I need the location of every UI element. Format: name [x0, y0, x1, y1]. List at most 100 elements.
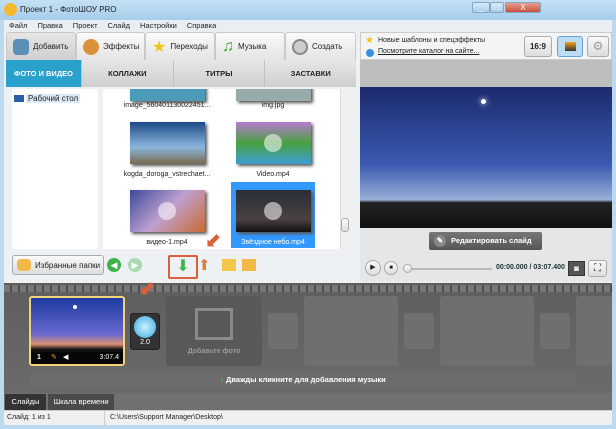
file-label: img.jpg — [261, 102, 285, 109]
menu-slide[interactable]: Слайд — [108, 21, 131, 30]
tab-music[interactable]: ♫ Музыка — [215, 32, 285, 60]
music-track-label: Дважды кликните для добавления музыки — [226, 375, 386, 384]
title-bar: Проект 1 - ФотоШОУ PRO _ □ X — [0, 0, 616, 20]
thumbnail[interactable] — [236, 89, 311, 101]
favorites-button[interactable]: Избранные папки — [12, 255, 104, 275]
favorites-label: Избранные папки — [35, 260, 101, 270]
tab-timeline[interactable]: Шкала времени — [48, 394, 114, 410]
speaker-icon[interactable]: ◀ — [63, 352, 68, 364]
scrollbar[interactable] — [340, 89, 349, 249]
palette-icon — [83, 38, 99, 55]
info-panel: ★ Новые шаблоны и спецэффекты Посмотрите… — [360, 32, 612, 60]
stop-button[interactable]: ■ — [384, 261, 398, 275]
add-all-folder-button[interactable] — [242, 259, 256, 271]
minimize-button[interactable]: _ — [472, 2, 490, 13]
tab-label: Эффекты — [103, 42, 140, 51]
menu-settings[interactable]: Настройки — [140, 21, 177, 30]
transition-icon — [134, 316, 156, 338]
tab-label: Добавить — [33, 42, 69, 51]
music-track[interactable]: ♪ Дважды кликните для добавления музыки — [30, 371, 576, 388]
star-glow — [481, 99, 486, 104]
empty-transition-slot — [268, 313, 298, 349]
menu-help[interactable]: Справка — [187, 21, 216, 30]
seek-slider[interactable] — [403, 264, 492, 273]
slide-number: 1 — [37, 354, 41, 361]
thumbnail[interactable] — [236, 190, 311, 232]
remove-button[interactable]: ⬆ — [198, 256, 211, 274]
scrollbar-thumb[interactable] — [341, 218, 349, 232]
tree-item-desktop[interactable]: Рабочий стол — [26, 94, 81, 103]
camera-icon — [13, 38, 29, 55]
status-bar: Слайд: 1 из 1 C:\Users\Support Manager\D… — [4, 410, 612, 426]
transition-duration: 2.0 — [140, 339, 150, 346]
folder-tree: Рабочий стол — [12, 89, 98, 249]
menu-bar: Файл Правка Проект Слайд Настройки Справка — [4, 20, 612, 32]
settings-button[interactable]: ⚙ — [587, 36, 609, 57]
globe-icon — [366, 49, 374, 57]
app-logo-icon — [4, 3, 17, 16]
tab-create[interactable]: Создать — [285, 32, 356, 60]
catalog-link[interactable]: Посмотрите каталог на сайте... — [378, 48, 479, 55]
forward-button[interactable]: ▶ — [128, 258, 142, 272]
menu-edit[interactable]: Правка — [37, 21, 62, 30]
pencil-icon[interactable]: ✎ — [51, 352, 57, 364]
empty-slide-slot — [576, 296, 612, 366]
picture-placeholder-icon — [195, 308, 233, 340]
folder-icon — [17, 259, 31, 271]
subtab-intros[interactable]: ЗАСТАВКИ — [264, 60, 356, 87]
thumbnail[interactable] — [236, 122, 311, 164]
empty-slide-slot — [304, 296, 398, 366]
add-folder-button[interactable] — [222, 259, 236, 271]
empty-transition-slot — [540, 313, 570, 349]
transition-slot[interactable]: 2.0 — [130, 313, 160, 350]
edit-slide-button[interactable]: ✎ Редактировать слайд — [429, 232, 542, 250]
add-to-project-button[interactable]: ⬇ — [168, 255, 198, 279]
tab-effects[interactable]: Эффекты — [76, 32, 145, 60]
star-icon: ★ — [152, 38, 167, 56]
empty-slide-slot — [440, 296, 534, 366]
add-photo-slot[interactable]: Добавьте фото — [166, 296, 262, 366]
slide-track: 1 ✎ ◀ 3:07.4 2.0 Добавьте фото ♪ Дважды … — [4, 276, 612, 393]
pencil-icon: ✎ — [434, 235, 446, 247]
tab-transitions[interactable]: ★ Переходы — [145, 32, 215, 60]
add-photo-label: Добавьте фото — [187, 348, 241, 355]
maximize-button[interactable]: □ — [490, 2, 504, 13]
empty-transition-slot — [404, 313, 434, 349]
tab-label: Переходы — [170, 42, 208, 51]
thumbnail[interactable] — [130, 122, 205, 164]
thumbnail[interactable] — [130, 190, 205, 232]
aspect-ratio-button[interactable]: 16:9 — [524, 36, 552, 57]
star-icon: ★ — [365, 35, 374, 46]
seek-handle[interactable] — [403, 264, 412, 273]
player-area: ✎ Редактировать слайд ▶ ■ 00:00.000 / 03:… — [360, 228, 612, 281]
edit-slide-label: Редактировать слайд — [451, 236, 532, 245]
menu-project[interactable]: Проект — [73, 21, 98, 30]
tab-slides[interactable]: Слайды — [5, 394, 46, 410]
tab-add[interactable]: Добавить — [6, 32, 76, 60]
file-label: kogda_doroga_vstrechaet... — [123, 171, 211, 178]
subtab-collages[interactable]: КОЛЛАЖИ — [81, 60, 173, 87]
window-title: Проект 1 - ФотоШОУ PRO — [20, 5, 117, 14]
thumbnail[interactable] — [130, 89, 205, 101]
play-icon — [264, 134, 282, 152]
back-button[interactable]: ◀ — [107, 258, 121, 272]
play-button[interactable]: ▶ — [365, 260, 381, 276]
image-view-button[interactable] — [557, 36, 583, 57]
snapshot-button[interactable]: ◙ — [568, 261, 585, 276]
divider — [104, 411, 105, 426]
tab-label: Музыка — [238, 42, 267, 51]
media-subtabs: ФОТО И ВИДЕО КОЛЛАЖИ ТИТРЫ ЗАСТАВКИ — [6, 60, 356, 87]
time-display: 00:00.000 / 03:07.400 — [496, 264, 565, 271]
slide-1[interactable]: 1 ✎ ◀ 3:07.4 — [29, 296, 125, 366]
menu-file[interactable]: Файл — [9, 21, 27, 30]
subtab-titles[interactable]: ТИТРЫ — [172, 60, 265, 87]
bottom-tabs: Слайды Шкала времени — [4, 393, 612, 410]
close-button[interactable]: X — [505, 2, 541, 13]
current-path: C:\Users\Support Manager\Desktop\ — [110, 414, 223, 421]
preview-video — [360, 87, 612, 228]
file-grid: image_560401130022451... img.jpg kogda_d… — [103, 89, 349, 249]
play-icon — [158, 202, 176, 220]
tab-label: Создать — [312, 42, 343, 51]
subtab-photo-video[interactable]: ФОТО И ВИДЕО — [6, 60, 81, 87]
fullscreen-button[interactable]: ⛶ — [588, 260, 607, 277]
